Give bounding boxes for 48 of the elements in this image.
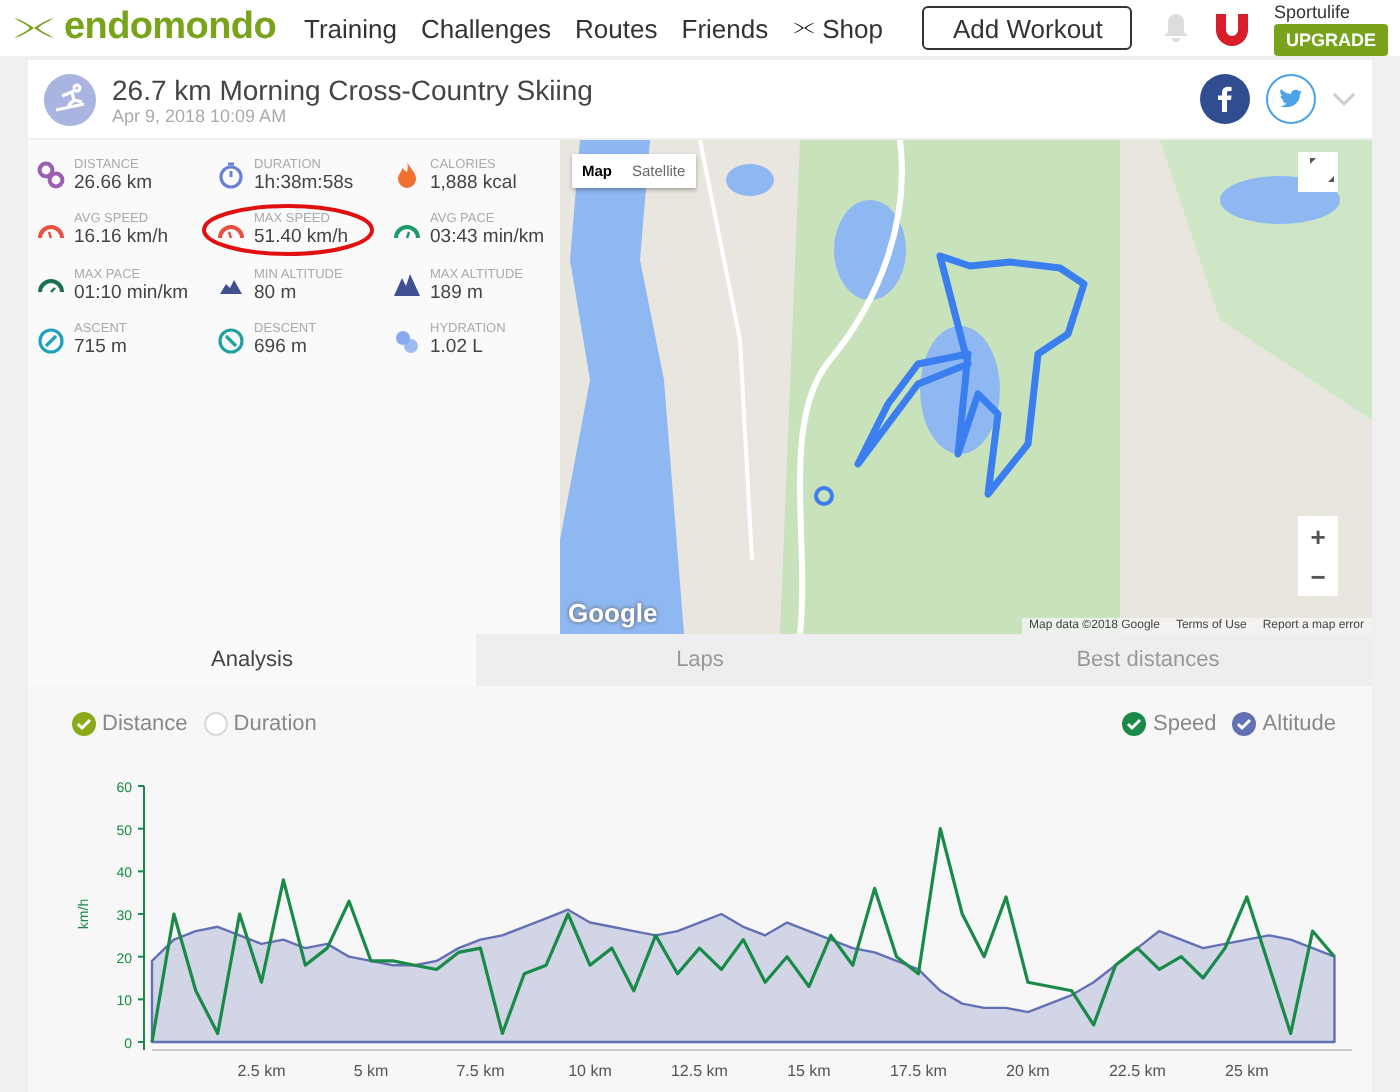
- rings-icon: [36, 160, 66, 191]
- add-workout-button[interactable]: Add Workout: [922, 6, 1133, 50]
- stat-value: 51.40 km/h: [254, 226, 348, 249]
- stat-value: 1h:38m:58s: [254, 171, 354, 194]
- stat-value: 80 m: [254, 281, 299, 304]
- tab[interactable]: Analysis: [28, 634, 476, 686]
- brand-icon: [792, 20, 817, 36]
- twitter-icon[interactable]: [1266, 74, 1316, 124]
- workout-date: Apr 9, 2018 10:09 AM: [112, 105, 287, 125]
- compass-icon: [36, 325, 66, 356]
- stat-value: 01:10 min/km: [74, 281, 189, 304]
- nav-link[interactable]: Training: [304, 13, 397, 43]
- axis-label: 22.5 km: [1108, 1062, 1166, 1080]
- stat-value: 03:43 min/km: [430, 226, 545, 249]
- axis-label: 10 km: [568, 1062, 612, 1080]
- compass-icon: [216, 325, 246, 356]
- nav-link[interactable]: Friends: [681, 13, 769, 43]
- axis-label: 25 km: [1225, 1062, 1269, 1080]
- flame-icon: [392, 160, 422, 191]
- stat-value: 1.02 L: [430, 336, 485, 359]
- drops-icon: [392, 325, 422, 356]
- axis-label: 5 km: [353, 1062, 389, 1080]
- stopwatch-icon: [216, 160, 246, 191]
- logo-icon: [12, 16, 56, 40]
- workout-title: 26.7 km Morning Cross-Country Skiing: [112, 73, 593, 105]
- stat-value: 696 m: [254, 336, 309, 359]
- stat-value: 26.66 km: [74, 171, 153, 194]
- nav-link[interactable]: Routes: [575, 13, 658, 43]
- facebook-icon[interactable]: [1200, 74, 1250, 124]
- axis-label: 17.5 km: [889, 1062, 947, 1080]
- user-name: Sportulife: [1273, 1, 1351, 21]
- axis-label: 20 km: [1006, 1062, 1050, 1080]
- nav-link[interactable]: Shop: [792, 13, 883, 43]
- map-logo: Google: [568, 598, 658, 628]
- nav-link[interactable]: Challenges: [421, 13, 552, 43]
- stat-value: 16.16 km/h: [74, 226, 168, 249]
- stat-value: 189 m: [430, 281, 485, 304]
- stat-value: 715 m: [74, 336, 127, 359]
- fullscreen-button[interactable]: [1298, 152, 1338, 192]
- axis-label: 12.5 km: [671, 1062, 728, 1080]
- axis-label: 2.5 km: [237, 1062, 286, 1080]
- mountain-icon: [392, 270, 422, 301]
- chevron-icon[interactable]: [1332, 91, 1356, 107]
- axis-label: 7.5 km: [456, 1062, 505, 1080]
- skier-icon: [44, 73, 96, 125]
- axis-label: 15 km: [787, 1062, 831, 1080]
- stat-value: 1,888 kcal: [430, 171, 517, 194]
- fullscreen-icon: [1310, 157, 1334, 181]
